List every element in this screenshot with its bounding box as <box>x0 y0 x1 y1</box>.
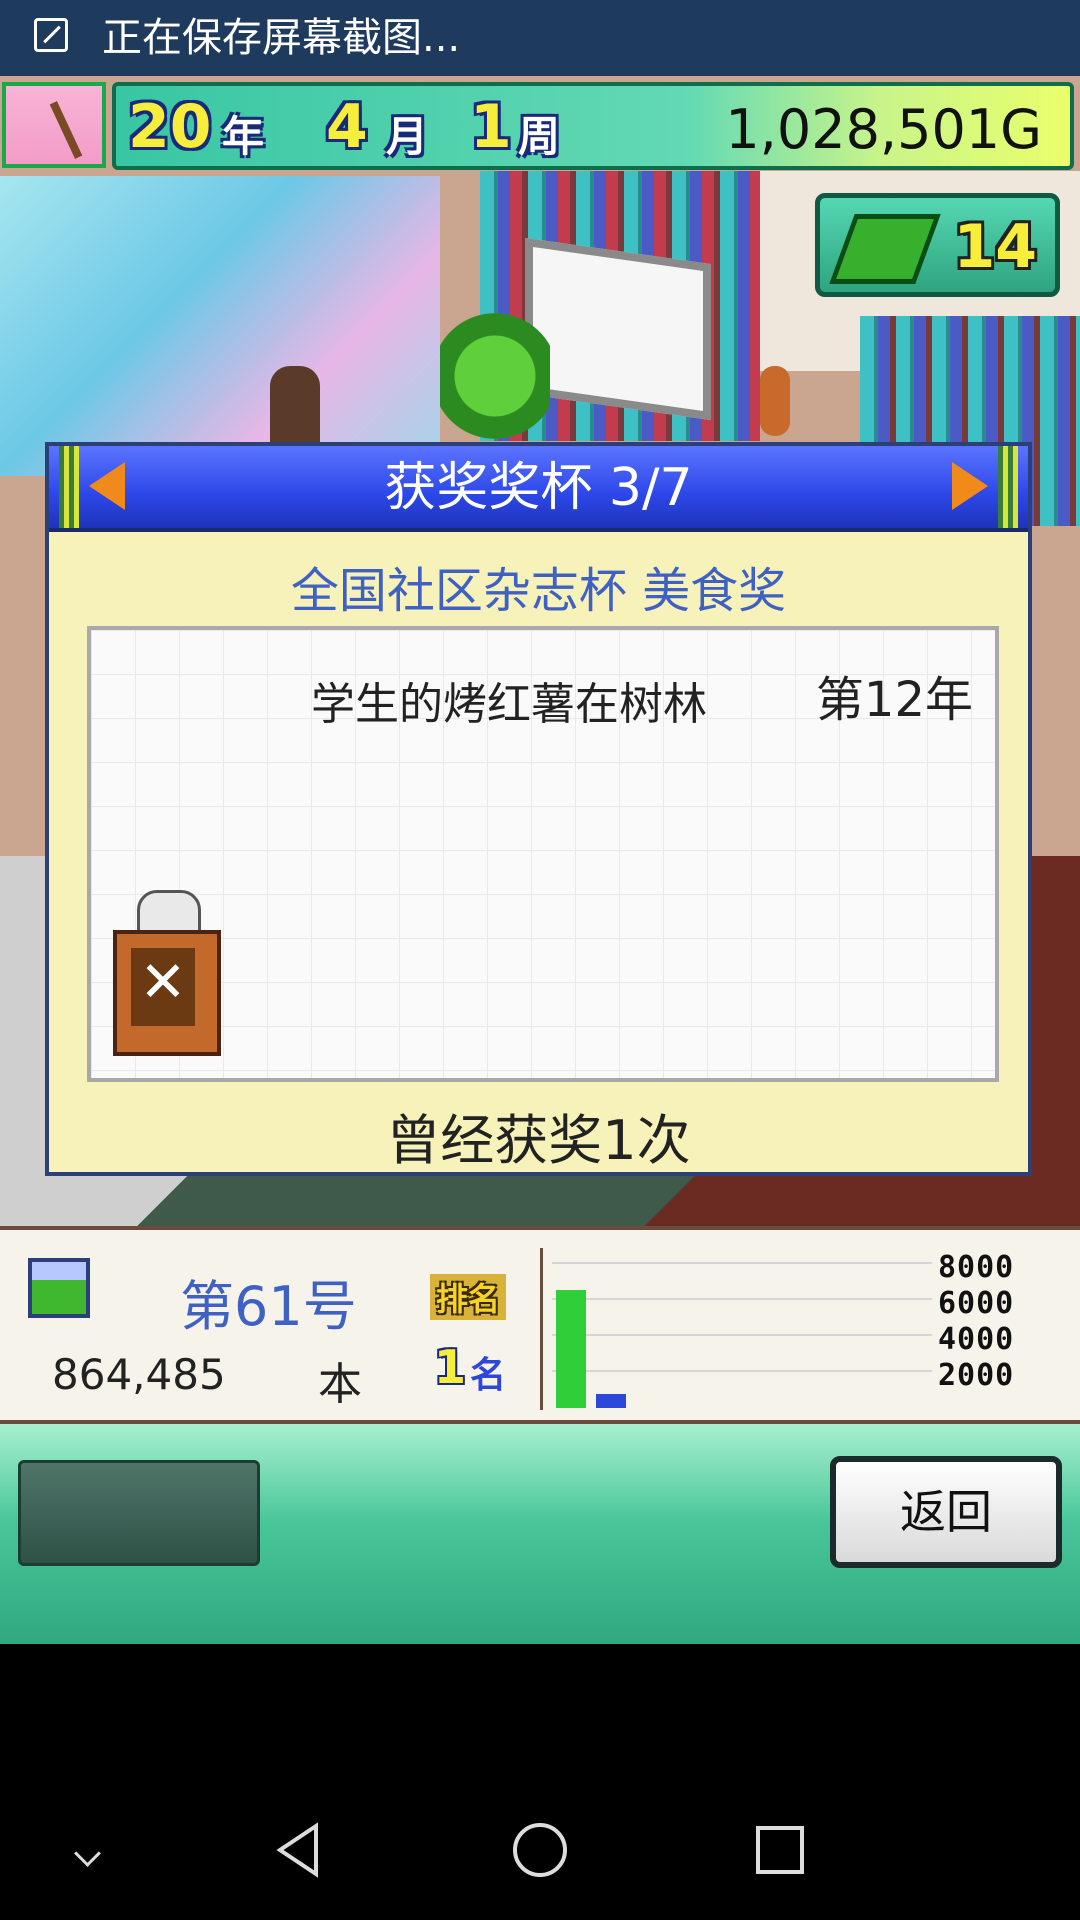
chart-gridline <box>552 1334 932 1336</box>
status-text: 正在保存屏幕截图... <box>102 15 461 61</box>
trophy-icon: ✕ <box>113 890 221 1056</box>
back-button[interactable]: 返回 <box>830 1456 1062 1568</box>
chart-tick: 8000 <box>938 1250 1015 1285</box>
year-value: 20 <box>128 92 212 162</box>
chart-gridline <box>552 1370 932 1372</box>
chart-tick-labels: 8000 6000 4000 2000 <box>938 1250 1038 1394</box>
sales-unit: 本 <box>318 1359 362 1410</box>
home-circle-icon[interactable] <box>510 1820 570 1880</box>
magazine-icon <box>28 1258 90 1318</box>
clock-icon <box>760 366 790 436</box>
win-count: 曾经获奖1次 <box>386 1109 691 1172</box>
trophy-frame: ✕ <box>113 930 221 1056</box>
chart-tick: 4000 <box>938 1322 1015 1357</box>
month-unit: 月 <box>386 112 429 161</box>
ticket-count: 14 <box>953 212 1038 282</box>
status-bar: 正在保存屏幕截图... <box>0 0 1080 76</box>
chart-gridline <box>552 1298 932 1300</box>
week-value: 1 <box>470 92 512 162</box>
top-hud: 20 年 4 月 1 周 1,028,501G <box>0 78 1080 178</box>
award-name: 全国社区杂志杯 美食奖 <box>290 563 787 619</box>
season-avatar[interactable] <box>2 82 106 168</box>
chart-tick: 2000 <box>938 1358 1015 1393</box>
plant <box>440 306 550 446</box>
chart-gridline <box>552 1262 932 1264</box>
week-unit: 周 <box>518 112 561 161</box>
magazine-stats-bar: 第61号 864,485 本 排名 1 名 8000 6000 4000 200… <box>0 1226 1080 1424</box>
date-money-bar: 20 年 4 月 1 周 1,028,501G <box>112 82 1074 170</box>
screenshot-icon <box>34 18 68 52</box>
fork-knife-icon: ✕ <box>131 948 195 1026</box>
issue-number: 第61号 <box>180 1275 357 1338</box>
award-year: 第12年 <box>815 672 973 728</box>
year-unit: 年 <box>222 112 265 161</box>
chart-bar <box>596 1394 626 1408</box>
sales-count: 864,485 <box>52 1350 226 1399</box>
book-icon <box>829 214 941 284</box>
navigation-bar <box>0 1644 1080 1920</box>
research-ticket-badge[interactable]: 14 <box>815 193 1060 297</box>
whiteboard <box>525 237 711 421</box>
dialog-header: 获奖奖杯 3/7 <box>49 446 1028 532</box>
magazine-title: 学生的烤红薯在树林 <box>311 679 707 730</box>
rank-value: 1 <box>434 1340 467 1394</box>
recent-apps-icon[interactable] <box>750 1820 810 1880</box>
rank-label: 排名 <box>430 1274 507 1320</box>
trophy-dialog: 获奖奖杯 3/7 全国社区杂志杯 美食奖 学生的烤红薯在树林 第12年 ✕ 曾经… <box>45 442 1032 1176</box>
action-area: 返回 <box>0 1424 1080 1644</box>
rank-unit: 名 <box>470 1355 507 1396</box>
chart-bar <box>556 1290 586 1408</box>
money: 1,028,501G <box>725 98 1042 161</box>
aquarium <box>0 176 440 476</box>
dialog-title: 获奖奖杯 3/7 <box>384 458 693 518</box>
next-arrow-icon[interactable] <box>952 462 988 510</box>
sales-chart <box>552 1248 932 1408</box>
month-value: 4 <box>326 92 368 162</box>
back-triangle-icon[interactable] <box>270 1820 330 1880</box>
chart-tick: 6000 <box>938 1286 1015 1321</box>
empty-button[interactable] <box>18 1460 260 1566</box>
award-detail-panel: 学生的烤红薯在树林 第12年 ✕ <box>87 626 999 1082</box>
divider <box>540 1248 543 1410</box>
chevron-down-icon[interactable] <box>70 1844 110 1884</box>
